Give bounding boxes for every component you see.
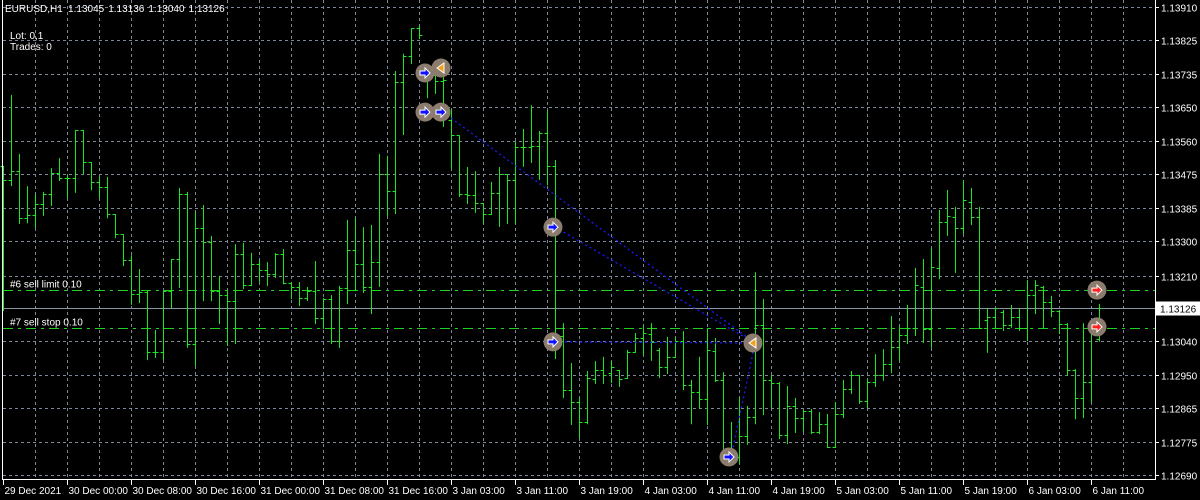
symbol-timeframe: EURUSD,H1	[5, 4, 63, 15]
trade-marker-buy[interactable]	[543, 332, 563, 352]
time-tick-label: 5 Jan 03:00	[837, 486, 890, 497]
time-tick-label: 30 Dec 00:00	[69, 486, 129, 497]
time-tick-label: 31 Dec 08:00	[325, 486, 385, 497]
price-tick-label: 1.13560	[1161, 138, 1198, 149]
price-tick-label: 1.13385	[1161, 205, 1198, 216]
time-tick-label: 31 Dec 00:00	[261, 486, 321, 497]
price-tick-label: 1.13300	[1161, 238, 1198, 249]
price-tick-label: 1.13040	[1161, 338, 1198, 349]
time-tick-label: 3 Jan 03:00	[453, 486, 506, 497]
price-tick-label: 1.12690	[1161, 472, 1198, 483]
order-label-sell-limit: #6 sell limit 0.10	[10, 280, 82, 291]
trade-marker-buy[interactable]	[719, 447, 739, 467]
high-price: 1.13136	[108, 4, 145, 15]
time-tick-label: 6 Jan 11:00	[1093, 486, 1145, 497]
lot-label: Lot: 0,1	[10, 31, 44, 42]
price-tick-label: 1.13910	[1161, 4, 1198, 15]
time-tick-label: 3 Jan 11:00	[517, 486, 569, 497]
trade-marker-close[interactable]	[743, 333, 763, 353]
time-tick-label: 4 Jan 11:00	[709, 486, 761, 497]
time-tick-label: 5 Jan 19:00	[965, 486, 1018, 497]
time-tick-label: 6 Jan 03:00	[1029, 486, 1082, 497]
time-tick-label: 31 Dec 16:00	[389, 486, 449, 497]
trade-marker-buy[interactable]	[431, 102, 451, 122]
trade-marker-pending[interactable]	[1087, 280, 1107, 300]
bid-price-label: 1.13126	[1160, 305, 1197, 316]
time-tick-label: 3 Jan 19:00	[581, 486, 634, 497]
price-tick-label: 1.13735	[1161, 71, 1198, 82]
close-price: 1.13126	[189, 4, 226, 15]
open-price: 1.13045	[68, 4, 105, 15]
price-tick-label: 1.13650	[1161, 104, 1198, 115]
time-tick-label: 29 Dec 2021	[5, 486, 62, 497]
price-tick-label: 1.12950	[1161, 372, 1198, 383]
price-tick-label: 1.13475	[1161, 171, 1198, 182]
trade-marker-close[interactable]	[431, 58, 451, 78]
price-tick-label: 1.13210	[1161, 273, 1198, 284]
trades-label: Trades: 0	[10, 42, 52, 53]
chart-header: EURUSD,H1 1.13045 1.13136 1.13040 1.13126	[5, 4, 225, 15]
price-tick-label: 1.13825	[1161, 37, 1198, 48]
price-axis[interactable]: 1.13910 1.13825 1.13735 1.13650 1.13560 1.134…	[1155, 4, 1198, 483]
time-tick-label: 5 Jan 11:00	[901, 486, 953, 497]
price-tick-label: 1.12775	[1161, 439, 1198, 450]
time-tick-label: 4 Jan 03:00	[645, 486, 698, 497]
time-tick-label: 30 Dec 16:00	[197, 486, 257, 497]
time-tick-label: 4 Jan 19:00	[773, 486, 826, 497]
price-tick-label: 1.12865	[1161, 405, 1198, 416]
order-label-sell-stop: #7 sell stop 0.10	[10, 318, 83, 329]
trade-marker-buy[interactable]	[543, 217, 563, 237]
low-price: 1.13040	[148, 4, 185, 15]
price-chart[interactable]: 1.13910 1.13825 1.13735 1.13650 1.13560 1.134…	[0, 0, 1200, 500]
time-tick-label: 30 Dec 08:00	[133, 486, 193, 497]
trade-marker-pending[interactable]	[1087, 317, 1107, 337]
